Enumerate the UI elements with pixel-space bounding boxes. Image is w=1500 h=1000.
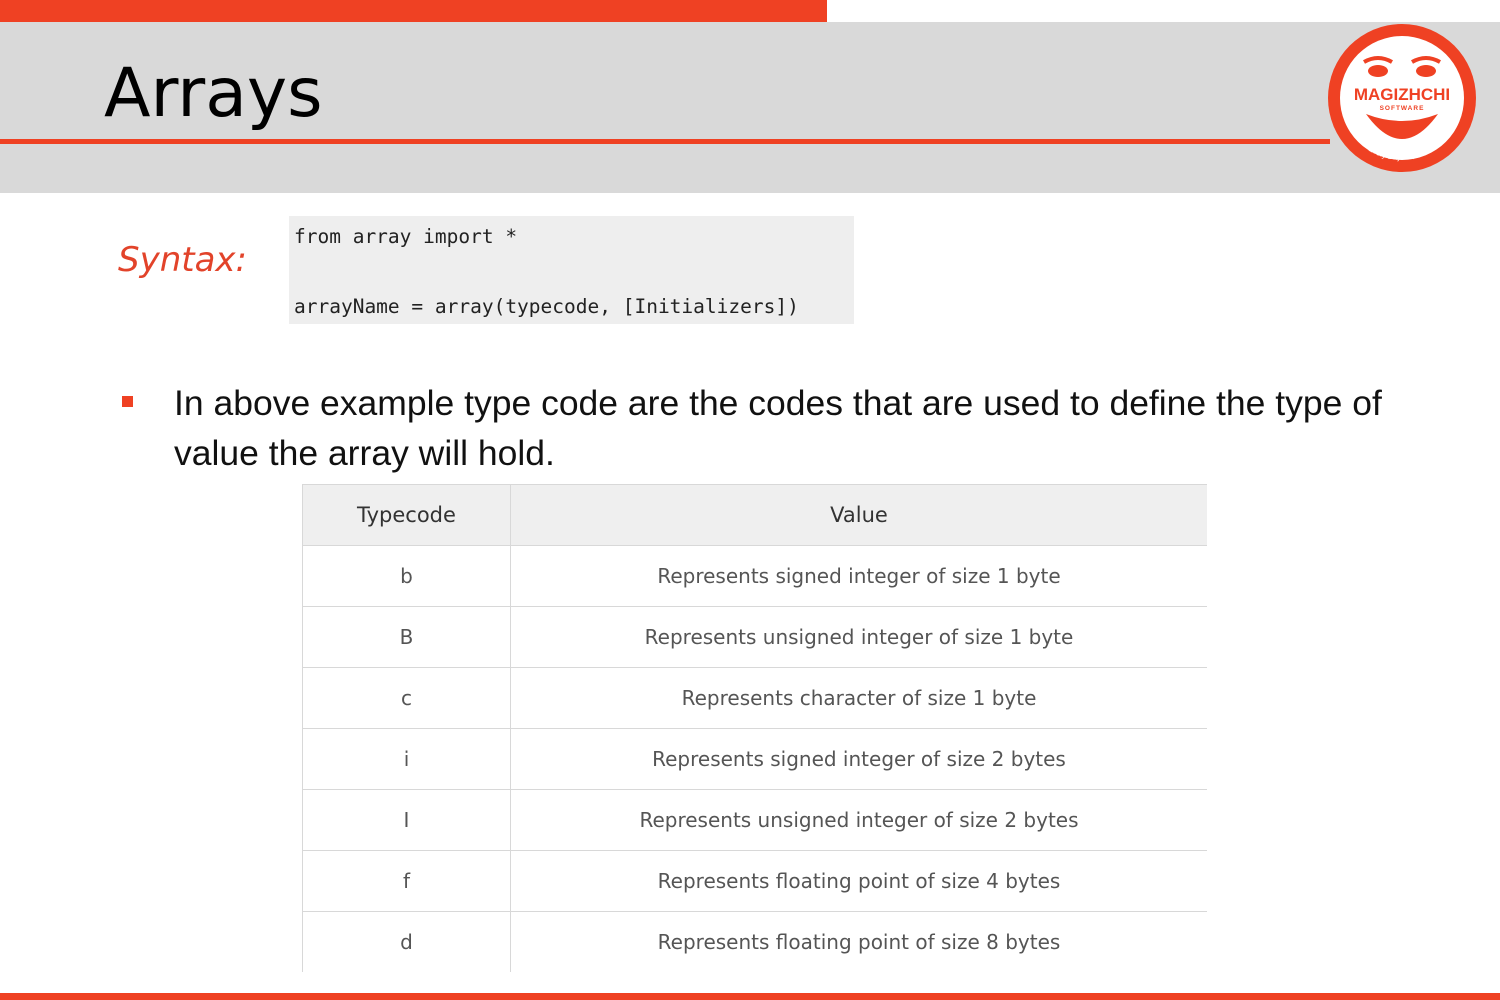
syntax-label: Syntax: xyxy=(118,240,247,280)
code-line: from array import * xyxy=(294,225,518,248)
column-header-value: Value xyxy=(510,484,1207,546)
table-row: c Represents character of size 1 byte xyxy=(302,667,1207,729)
typecode-cell: f xyxy=(302,850,511,912)
code-snippet: from array import * arrayName = array(ty… xyxy=(289,216,854,324)
typecode-cell: I xyxy=(302,789,511,851)
typecode-table: Typecode Value b Represents signed integ… xyxy=(302,484,1207,972)
value-cell: Represents floating point of size 8 byte… xyxy=(657,930,1061,954)
top-accent-bar xyxy=(0,0,827,22)
magizhchi-logo: MAGIZHCHI SOFTWARE Every Day Happy Day xyxy=(1328,24,1476,172)
value-cell: Represents unsigned integer of size 2 by… xyxy=(510,789,1207,851)
bottom-accent-bar xyxy=(0,993,1500,1000)
value-cell: Represents character of size 1 byte xyxy=(510,667,1207,729)
bullet-square-icon xyxy=(122,396,133,407)
bullet-text: In above example type code are the codes… xyxy=(174,383,1382,473)
typecode-cell: b xyxy=(302,545,511,607)
table-header-row: Typecode Value xyxy=(302,484,1207,546)
typecode-cell: c xyxy=(302,667,511,729)
value-cell: Represents unsigned integer of size 1 by… xyxy=(510,606,1207,668)
slide-title: Arrays xyxy=(104,54,323,133)
header-underline xyxy=(0,139,1330,144)
table-row: d Represents floating point of size 8 by… xyxy=(302,911,1208,972)
code-line: arrayName = array(typecode, [Initializer… xyxy=(294,295,799,318)
table-row: f Represents floating point of size 4 by… xyxy=(302,850,1207,912)
value-cell: Represents floating point of size 4 byte… xyxy=(510,850,1207,912)
typecode-cell: d xyxy=(302,911,511,972)
table-row: b Represents signed integer of size 1 by… xyxy=(302,545,1207,607)
table-row: I Represents unsigned integer of size 2 … xyxy=(302,789,1207,851)
table-row: B Represents unsigned integer of size 1 … xyxy=(302,606,1207,668)
typecode-cell: B xyxy=(302,606,511,668)
logo-brand-text: MAGIZHCHI xyxy=(1354,85,1450,104)
value-cell: Represents signed integer of size 1 byte xyxy=(510,545,1207,607)
value-cell: Represents signed integer of size 2 byte… xyxy=(510,728,1207,790)
table-row: i Represents signed integer of size 2 by… xyxy=(302,728,1207,790)
typecode-cell: i xyxy=(302,728,511,790)
column-header-typecode: Typecode xyxy=(302,484,511,546)
logo-subtitle-text: SOFTWARE xyxy=(1380,105,1425,112)
